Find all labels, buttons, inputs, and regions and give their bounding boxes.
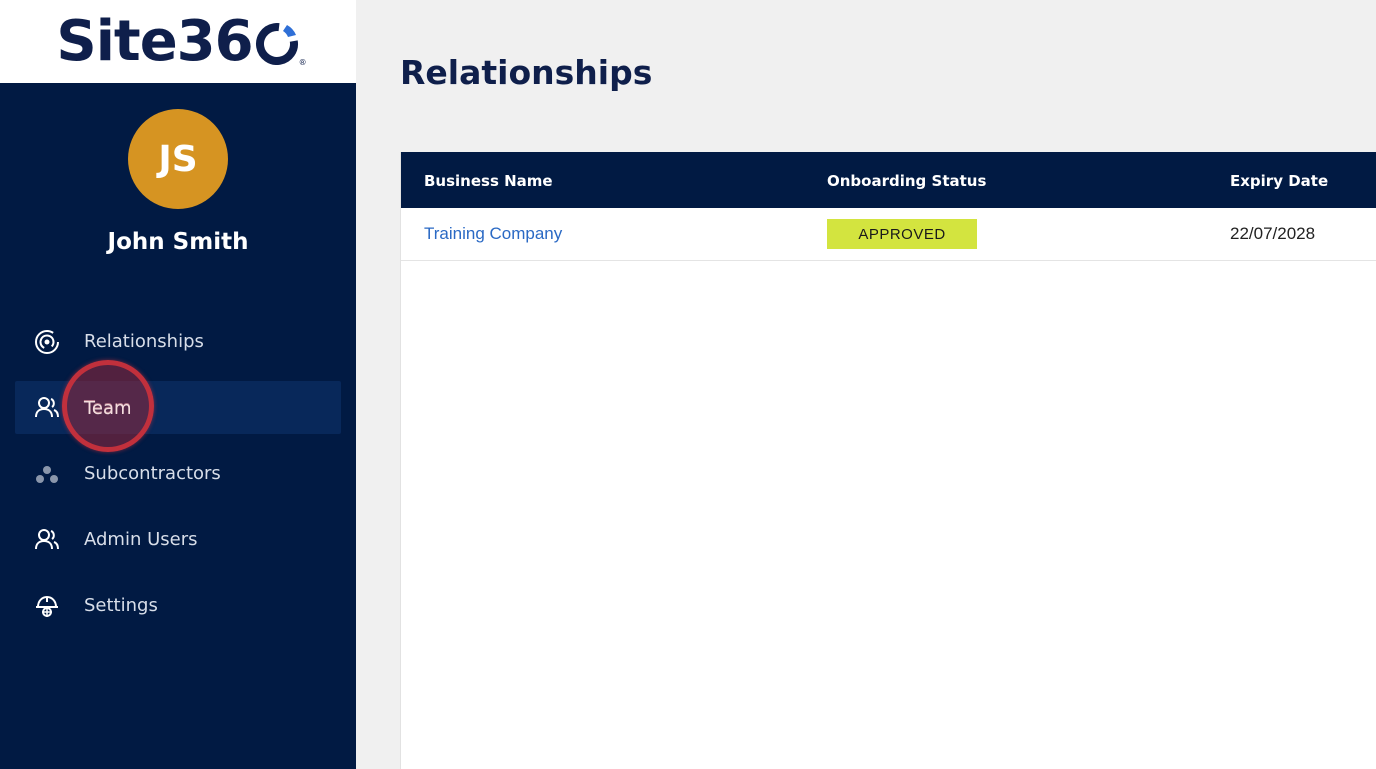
table-row[interactable]: Training Company APPROVED 22/07/2028 [401,208,1376,261]
sidebar-item-label: Subcontractors [84,463,221,484]
business-name-link[interactable]: Training Company [424,208,562,260]
table-header: Business Name Onboarding Status Expiry D… [401,152,1376,208]
column-header-business-name[interactable]: Business Name [424,152,553,208]
status-badge: APPROVED [827,219,977,249]
logo-text: Site36 [56,8,253,74]
column-header-expiry-date[interactable]: Expiry Date [1230,152,1328,208]
status-cell: APPROVED [827,208,977,260]
sidebar: JS John Smith Relationships Team Subcont… [0,83,356,769]
settings-icon [33,592,61,620]
relationships-icon [33,328,61,356]
sidebar-item-relationships[interactable]: Relationships [15,315,341,368]
subcontractors-icon [33,460,61,488]
admin-users-icon [33,526,61,554]
column-header-onboarding-status[interactable]: Onboarding Status [827,152,986,208]
team-icon [33,394,61,422]
sidebar-item-label: Relationships [84,331,204,352]
sidebar-item-admin-users[interactable]: Admin Users [15,513,341,566]
site360-logo[interactable]: Site36 ® [56,8,307,74]
user-name: John Smith [107,229,249,255]
registered-mark: ® [298,57,307,67]
sidebar-item-subcontractors[interactable]: Subcontractors [15,447,341,500]
relationships-table: Business Name Onboarding Status Expiry D… [400,152,1376,769]
logo-ring-icon: ® [254,19,307,66]
sidebar-item-label: Settings [84,595,158,616]
team-label-highlighted[interactable]: Team [84,398,132,419]
sidebar-item-label: Admin Users [84,529,198,550]
logo-area: Site36 ® [0,0,356,83]
expiry-date-cell: 22/07/2028 [1230,224,1316,243]
sidebar-item-team[interactable]: Team [15,381,341,434]
sidebar-nav: Relationships Team Subcontractors Admin … [15,315,341,645]
sidebar-item-settings[interactable]: Settings [15,579,341,632]
avatar[interactable]: JS [128,109,228,209]
page-title: Relationships [400,53,653,92]
